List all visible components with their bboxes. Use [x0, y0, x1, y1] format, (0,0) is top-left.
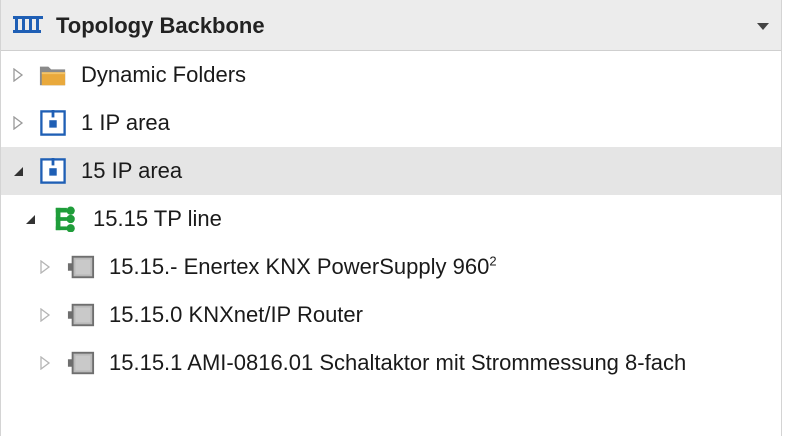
tree-item-label: 15 IP area: [81, 158, 183, 183]
device-name: 15.15.- Enertex KNX PowerSupply 960: [109, 254, 490, 279]
tree-item-label: Dynamic Folders: [81, 62, 247, 87]
tree-item-area-15[interactable]: 15 IP area: [1, 147, 781, 195]
chevron-down-icon[interactable]: [755, 20, 771, 32]
tree-item-label: 15.15 TP line: [93, 206, 222, 231]
line-icon: [55, 206, 75, 232]
tree-item-device[interactable]: 15.15.1 AMI-0816.01 Schaltaktor mit Stro…: [1, 339, 781, 387]
folder-icon: [39, 66, 66, 86]
expand-arrow-icon[interactable]: [11, 116, 25, 130]
tree-item-area-1[interactable]: 1 IP area: [1, 99, 781, 147]
topology-icon: [13, 16, 43, 33]
collapse-arrow-icon[interactable]: [23, 212, 37, 226]
tree-item-device[interactable]: 15.15.- Enertex KNX PowerSupply 9602: [1, 243, 781, 291]
collapse-arrow-icon[interactable]: [11, 164, 25, 178]
device-superscript: 2: [489, 253, 497, 269]
tree-item-line-15-15[interactable]: 15.15 TP line: [1, 195, 781, 243]
tree-item-label: 1 IP area: [81, 110, 170, 135]
tree-item-label: 15.15.0 KNXnet/IP Router: [109, 302, 363, 327]
area-icon: [40, 158, 66, 184]
panel-title: Topology Backbone: [56, 13, 265, 38]
tree-item-dynamic-folders[interactable]: Dynamic Folders: [1, 51, 781, 99]
topology-tree: Dynamic Folders 1 IP area 15 IP area 15.…: [1, 51, 781, 387]
device-icon: [67, 351, 95, 375]
topology-panel: Topology Backbone Dynamic Folders 1 IP a…: [0, 0, 782, 436]
panel-header[interactable]: Topology Backbone: [1, 0, 781, 51]
tree-item-label: 15.15.1 AMI-0816.01 Schaltaktor mit Stro…: [109, 350, 687, 375]
expand-arrow-icon[interactable]: [11, 68, 25, 82]
area-icon: [40, 110, 66, 136]
device-icon: [67, 303, 95, 327]
expand-arrow-icon[interactable]: [38, 260, 52, 274]
expand-arrow-icon[interactable]: [38, 356, 52, 370]
tree-item-device[interactable]: 15.15.0 KNXnet/IP Router: [1, 291, 781, 339]
tree-item-label: 15.15.- Enertex KNX PowerSupply 9602: [109, 254, 497, 280]
device-icon: [67, 255, 95, 279]
expand-arrow-icon[interactable]: [38, 308, 52, 322]
